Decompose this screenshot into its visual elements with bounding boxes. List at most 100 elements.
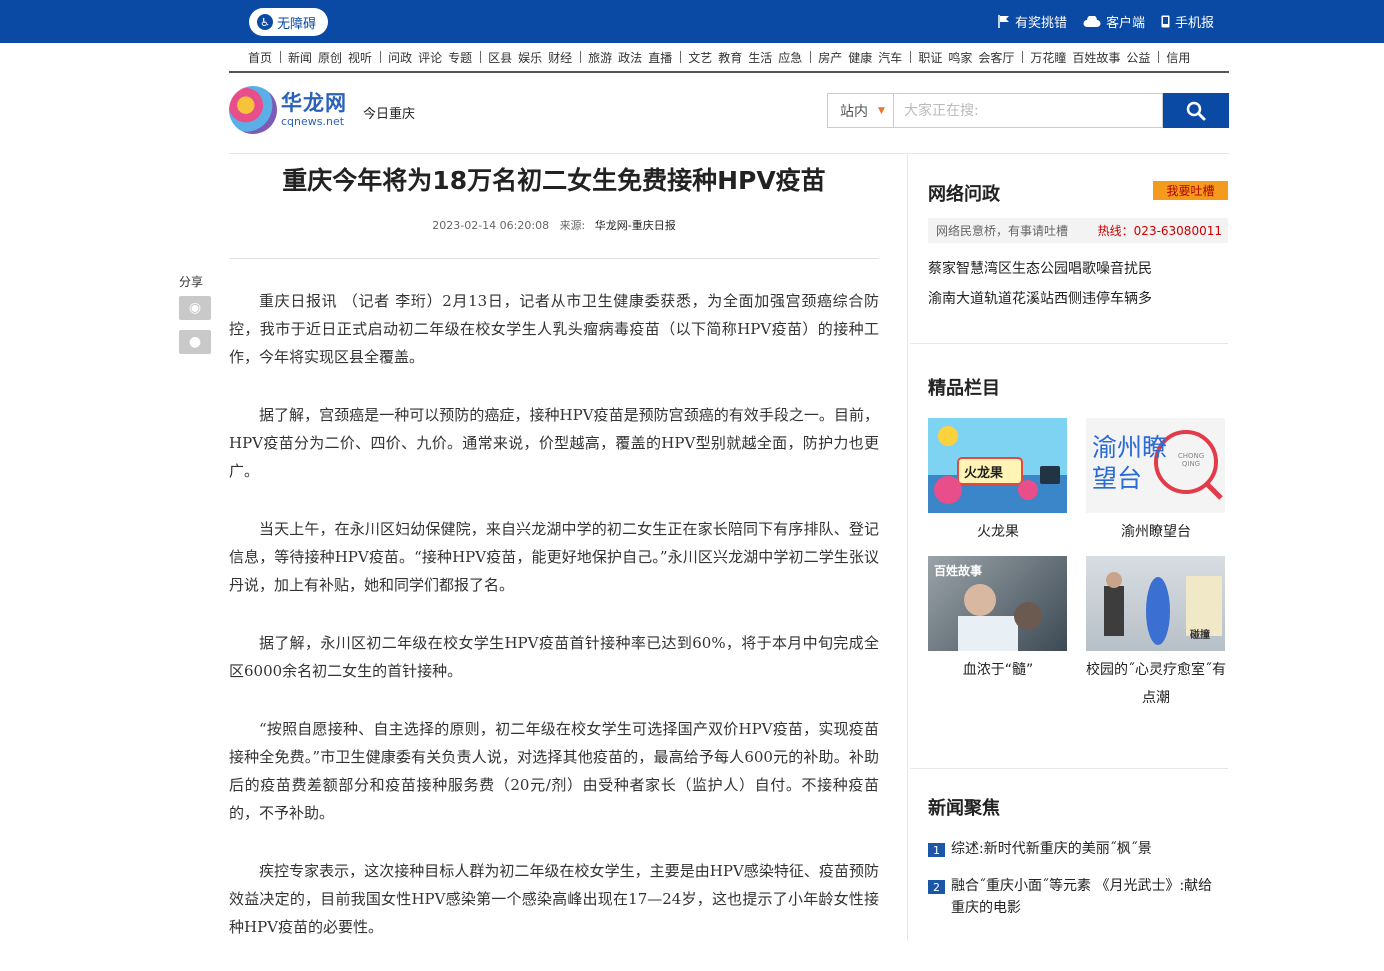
nav-group: 问政 评论 专题: [388, 49, 488, 66]
focus-title: 新闻聚焦: [928, 794, 1228, 820]
nav-link[interactable]: 视听: [348, 49, 372, 66]
search-button[interactable]: [1163, 93, 1229, 128]
nav-link[interactable]: 职证: [918, 49, 942, 66]
nav-link[interactable]: 公益: [1126, 49, 1150, 66]
article-source[interactable]: 华龙网-重庆日报: [595, 219, 676, 232]
article-paragraph: 据了解，宫颈癌是一种可以预防的癌症，接种HPV疫苗是预防宫颈癌的有效手段之一。目…: [229, 406, 879, 480]
nav-link[interactable]: 旅游: [588, 49, 612, 66]
focus-text: 综述:新时代新重庆的美丽˝枫˝景: [951, 841, 1152, 857]
nav-link[interactable]: 教育: [718, 49, 742, 66]
article: 重庆今年将为18万名初二女生免费接种HPV疫苗 2023-02-14 06:20…: [229, 154, 879, 971]
yuzhou-badge-en: CHONG QING: [1177, 452, 1205, 468]
search-scope-label: 站内: [840, 103, 868, 120]
wenzheng-title-text: 网络问政: [928, 184, 1000, 205]
nav-group: 新闻 原创 视听: [288, 49, 388, 66]
column-tile-baixing[interactable]: 百姓故事 血浓于“髓”: [928, 556, 1068, 684]
article-body: 重庆日报讯 （记者 李珩）2月13日，记者从市卫生健康委获悉，为全面加强宫颈癌综…: [229, 287, 879, 941]
campus-thumbnail: 碰撞: [1086, 556, 1225, 651]
report-error-link[interactable]: 有奖挑错: [998, 12, 1067, 31]
baixing-thumbnail: 百姓故事: [928, 556, 1067, 651]
logo-text-cn: 华龙网: [281, 91, 347, 115]
focus-text: 融合˝重庆小面˝等元素 《月光武士》:献给重庆的电影: [951, 878, 1213, 916]
nav-link[interactable]: 鸣家: [948, 49, 972, 66]
nav-group: 职证 鸣家 会客厅: [918, 49, 1030, 66]
wheelchair-icon: ♿: [257, 14, 273, 30]
nav-link[interactable]: 生活: [748, 49, 772, 66]
article-paragraph: 当天上午，在永川区妇幼保健院，来自兴龙湖中学的初二女生正在家长陪同下有序排队、登…: [229, 520, 879, 594]
chevron-down-icon: ▼: [878, 105, 885, 116]
nav-link[interactable]: 应急: [778, 49, 802, 66]
focus-rank: 1: [928, 843, 945, 857]
focus-item[interactable]: 2 融合˝重庆小面˝等元素 《月光武士》:献给重庆的电影: [928, 875, 1228, 919]
search-bar: 站内 ▼: [827, 93, 1229, 128]
baixing-badge: 百姓故事: [934, 564, 983, 578]
cloud-icon: [1083, 15, 1101, 27]
huolongguo-badge: 火龙果: [964, 466, 1004, 481]
nav-link[interactable]: 评论: [418, 49, 442, 66]
nav-link[interactable]: 区县: [488, 49, 512, 66]
focus-item[interactable]: 1 综述:新时代新重庆的美丽˝枫˝景: [928, 838, 1228, 860]
nav-link[interactable]: 娱乐: [518, 49, 542, 66]
search-input[interactable]: [894, 93, 1163, 128]
yuzhou-badge: 渝州瞭望台: [1092, 433, 1168, 493]
nav-link[interactable]: 原创: [318, 49, 342, 66]
nav-separator: [280, 51, 282, 63]
nav-link[interactable]: 汽车: [878, 49, 902, 66]
nav-link[interactable]: 专题: [448, 49, 472, 66]
nav-link[interactable]: 房产: [818, 49, 842, 66]
sidebar-section-divider: [910, 768, 1228, 769]
article-datetime: 2023-02-14 06:20:08: [432, 219, 550, 232]
mobile-news-link[interactable]: 手机报: [1161, 12, 1214, 31]
flag-icon: [998, 15, 1009, 28]
wenzheng-bar: 网络民意桥，有事请吐槽 热线：023-63080011: [928, 218, 1228, 243]
nav-link[interactable]: 健康: [848, 49, 872, 66]
client-app-label: 客户端: [1105, 16, 1145, 31]
accessibility-label: 无障碍: [277, 16, 317, 32]
wechat-share-button[interactable]: ●: [179, 330, 211, 354]
nav-separator: [1158, 51, 1160, 63]
sidebar-divider: [907, 154, 908, 941]
focus-rank: 2: [928, 880, 945, 894]
nav-separator: [680, 51, 682, 63]
article-paragraph: 重庆日报讯 （记者 李珩）2月13日，记者从市卫生健康委获悉，为全面加强宫颈癌综…: [229, 292, 879, 366]
nav-link[interactable]: 信用: [1166, 49, 1190, 66]
jingpin-title: 精品栏目: [928, 374, 1228, 400]
nav-link[interactable]: 新闻: [288, 49, 312, 66]
nav-link[interactable]: 万花瞳: [1030, 49, 1066, 66]
accessibility-button[interactable]: ♿ 无障碍: [249, 8, 329, 36]
article-meta: 2023-02-14 06:20:08 来源: 华龙网-重庆日报: [229, 217, 879, 233]
nav-link[interactable]: 直播: [648, 49, 672, 66]
wenzheng-item[interactable]: 蔡家智慧湾区生态公园唱歌噪音扰民: [928, 258, 1152, 278]
nav-link[interactable]: 文艺: [688, 49, 712, 66]
complain-button[interactable]: 我要吐槽: [1153, 181, 1228, 200]
tile-caption: 渝州瞭望台: [1121, 524, 1191, 540]
weibo-share-button[interactable]: ◉: [179, 296, 211, 320]
nav-separator: [810, 51, 812, 63]
nav-group: 信用: [1166, 49, 1196, 66]
huolongguo-thumbnail: 火龙果: [928, 418, 1067, 513]
nav-link[interactable]: 政法: [618, 49, 642, 66]
nav-group: 房产 健康 汽车: [818, 49, 918, 66]
column-tile-yuzhou[interactable]: 渝州瞭望台 CHONG QING 渝州瞭望台: [1086, 418, 1226, 546]
search-scope-select[interactable]: 站内 ▼: [827, 93, 894, 128]
article-paragraph: 疾控专家表示，这次接种目标人群为初二年级在校女学生，主要是由HPV感染特征、疫苗…: [229, 862, 879, 936]
nav-link[interactable]: 首页: [248, 49, 272, 66]
nav-link[interactable]: 会客厅: [978, 49, 1014, 66]
wechat-icon: ●: [188, 334, 202, 350]
column-tile-campus[interactable]: 碰撞 校园的˝心灵疗愈室˝有点潮: [1086, 556, 1226, 712]
nav-link[interactable]: 百姓故事: [1072, 49, 1120, 66]
mobile-news-label: 手机报: [1174, 16, 1214, 31]
nav-link[interactable]: 问政: [388, 49, 412, 66]
nav-group: 首页: [248, 49, 288, 66]
hotline-text: 热线：023-63080011: [1097, 224, 1222, 238]
wenzheng-item[interactable]: 渝南大道轨道花溪站西侧违停车辆多: [928, 288, 1152, 308]
client-app-link[interactable]: 客户端: [1083, 12, 1145, 31]
top-bar: ♿ 无障碍 有奖挑错 客户端 手机报: [0, 0, 1384, 43]
wenzheng-slogan: 网络民意桥，有事请吐槽: [936, 224, 1069, 238]
sidebar-section-divider: [910, 343, 1228, 344]
article-paragraph: “按照自愿接种、自主选择的原则，初二年级在校女学生可选择国产双价HPV疫苗，实现…: [229, 720, 879, 822]
column-tile-huolongguo[interactable]: 火龙果 火龙果: [928, 418, 1068, 546]
nav-link[interactable]: 财经: [548, 49, 572, 66]
share-panel: 分享 ◉ ●: [179, 273, 211, 364]
top-links: 有奖挑错 客户端 手机报: [998, 0, 1214, 43]
